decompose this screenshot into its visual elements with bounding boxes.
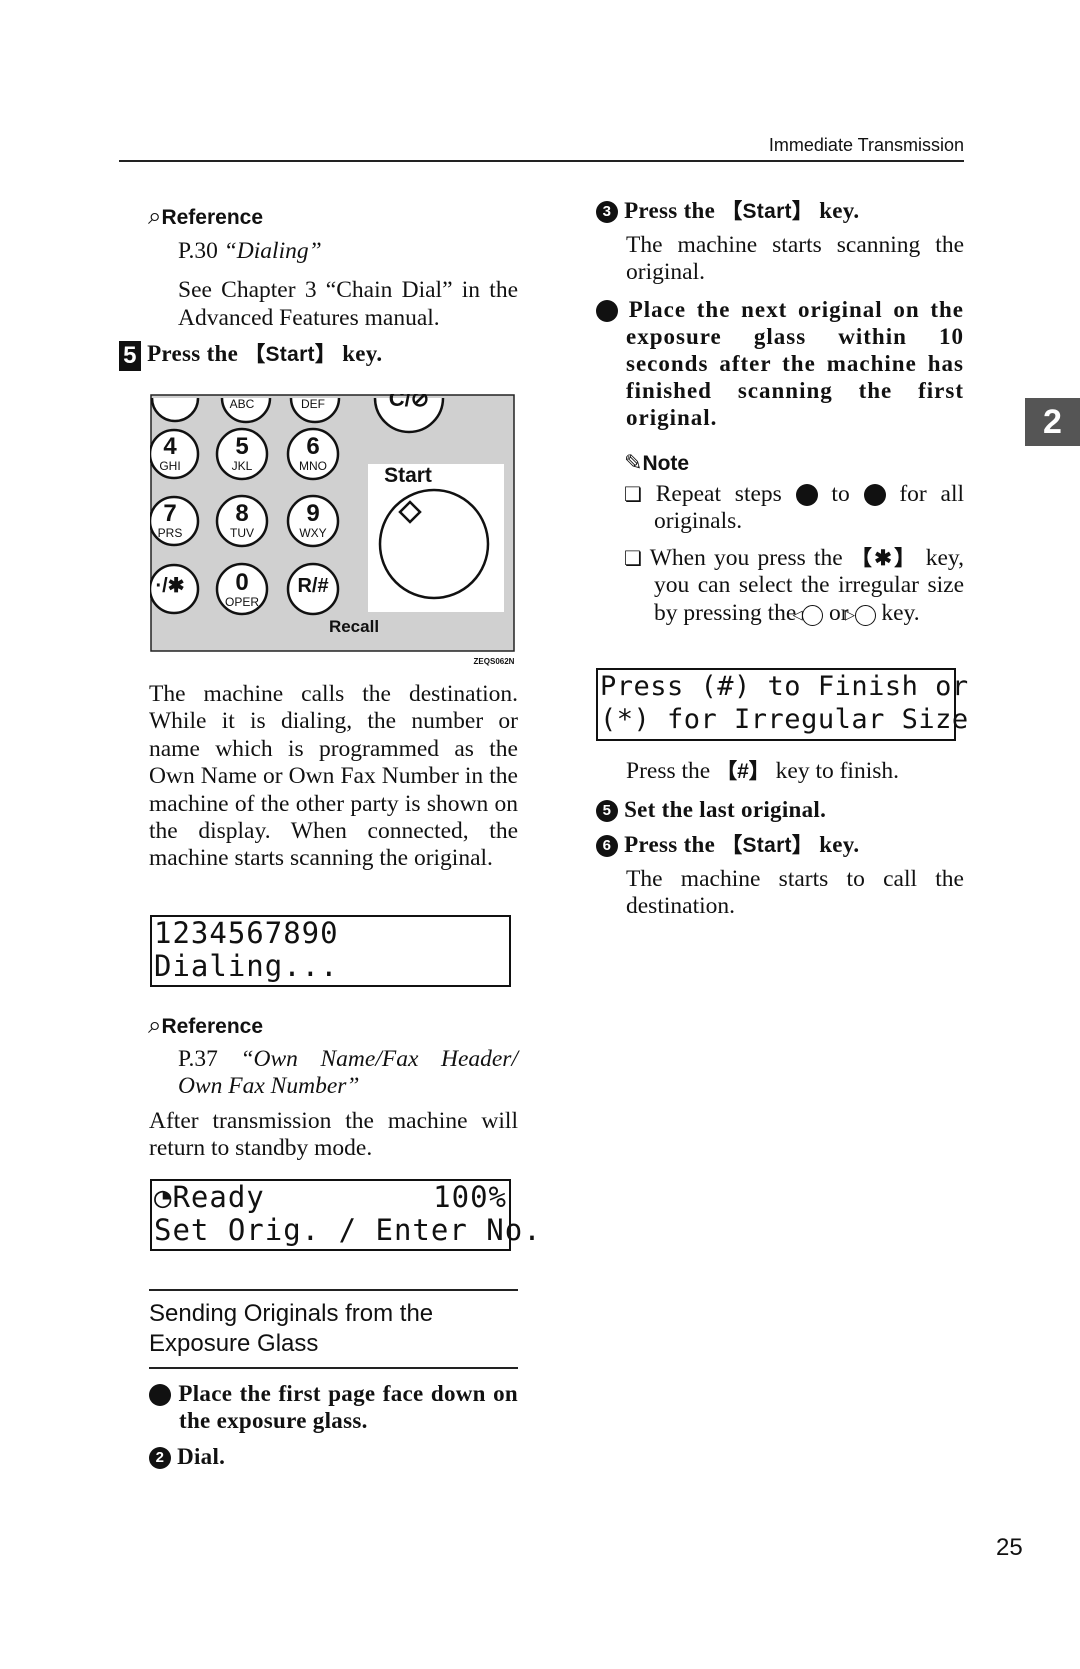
section-heading: Sending Originals from the Exposure Glas… (149, 1300, 434, 1357)
svg-text:4: 4 (163, 433, 177, 460)
svg-text:0: 0 (235, 569, 248, 596)
svg-text:ZEQS062N: ZEQS062N (474, 657, 515, 666)
svg-text:WXY: WXY (299, 526, 326, 540)
note-item-2: ❏ When you press the 【✱】 key, you can se… (624, 545, 964, 626)
svg-text:9: 9 (306, 500, 319, 527)
svg-text:C/⊘: C/⊘ (389, 394, 429, 411)
svg-text:6: 6 (306, 433, 319, 460)
step-1: 1 Place the first page face down on the … (140, 1381, 518, 1433)
magnifier-icon: ⌕ (148, 204, 162, 230)
svg-text:7: 7 (163, 500, 176, 527)
header-rule (119, 160, 964, 162)
svg-text:Recall: Recall (329, 617, 379, 636)
lcd-display-dialing: 1234567890 Dialing... (150, 915, 511, 987)
reference-heading-2: ⌕Reference (148, 1013, 264, 1039)
right-key-icon: ▷ (845, 604, 876, 626)
step-3: 3 Press the 【Start】 key. (596, 197, 859, 225)
svg-text:PRS: PRS (158, 526, 183, 540)
keypad-illustration: ABC DEF C/⊘ 4GHI 5JKL 6MNO 7PRS 8TUV 9WXY… (150, 394, 515, 666)
finish-instruction: Press the 【#】 key to finish. (626, 758, 900, 784)
left-key-icon: ◁ (793, 604, 824, 626)
section-rule-top (149, 1289, 518, 1291)
svg-text:Start: Start (384, 464, 432, 487)
svg-text:8: 8 (235, 500, 248, 527)
svg-text:JKL: JKL (232, 459, 253, 473)
reference-text-2: P.37 “Own Name/Fax Header/ Own Fax Numbe… (178, 1046, 518, 1100)
note-item-1: ❏ Repeat steps 3 to 4 for all originals. (624, 481, 965, 535)
step-4: 4 Place the next original on the exposur… (587, 297, 965, 430)
running-header: Immediate Transmission (768, 135, 964, 155)
pencil-icon: ✎ (624, 450, 643, 475)
svg-text:ABC: ABC (230, 397, 255, 411)
checkbox-bullet-icon: ❏ (624, 546, 642, 570)
step-5: 5 Press the 【Start】 key. (119, 340, 519, 371)
section-rule-bottom (149, 1367, 518, 1369)
svg-text:·/✱: ·/✱ (156, 575, 185, 597)
magnifier-icon: ⌕ (148, 1013, 162, 1039)
step-number-badge: 5 (119, 341, 141, 371)
lcd-display-ready: ◔Ready 100% Set Orig. / Enter No. (150, 1179, 541, 1251)
step-6-description: The machine starts to call the destinati… (626, 866, 964, 920)
chapter-tab[interactable]: 2 (1025, 398, 1080, 446)
svg-text:GHI: GHI (159, 459, 180, 473)
dialing-description: The machine calls the destination. While… (149, 681, 518, 872)
checkbox-bullet-icon: ❏ (624, 482, 642, 506)
reference-heading: ⌕Reference (148, 204, 264, 230)
standby-description: After transmission the machine will retu… (149, 1108, 518, 1162)
svg-text:TUV: TUV (230, 526, 254, 540)
step-6: 6 Press the 【Start】 key. (596, 831, 859, 859)
ready-icon: ◔ (154, 1180, 173, 1214)
svg-text:R/#: R/# (297, 575, 328, 597)
step-3-description: The machine starts scanning the original… (626, 232, 964, 286)
svg-text:MNO: MNO (299, 459, 327, 473)
page-number: 25 (996, 1534, 1023, 1561)
svg-text:DEF: DEF (301, 397, 325, 411)
note-heading: ✎Note (624, 450, 690, 475)
reference-text: P.30 “Dialing” See Chapter 3 “Chain Dial… (178, 238, 518, 331)
step-2: 2 Dial. (149, 1443, 225, 1470)
step-5-right: 5 Set the last original. (596, 796, 826, 823)
svg-text:OPER: OPER (225, 595, 259, 609)
lcd-display-irregular: Press (#) to Finish or (*) for Irregular … (596, 668, 968, 741)
svg-text:5: 5 (235, 433, 248, 460)
